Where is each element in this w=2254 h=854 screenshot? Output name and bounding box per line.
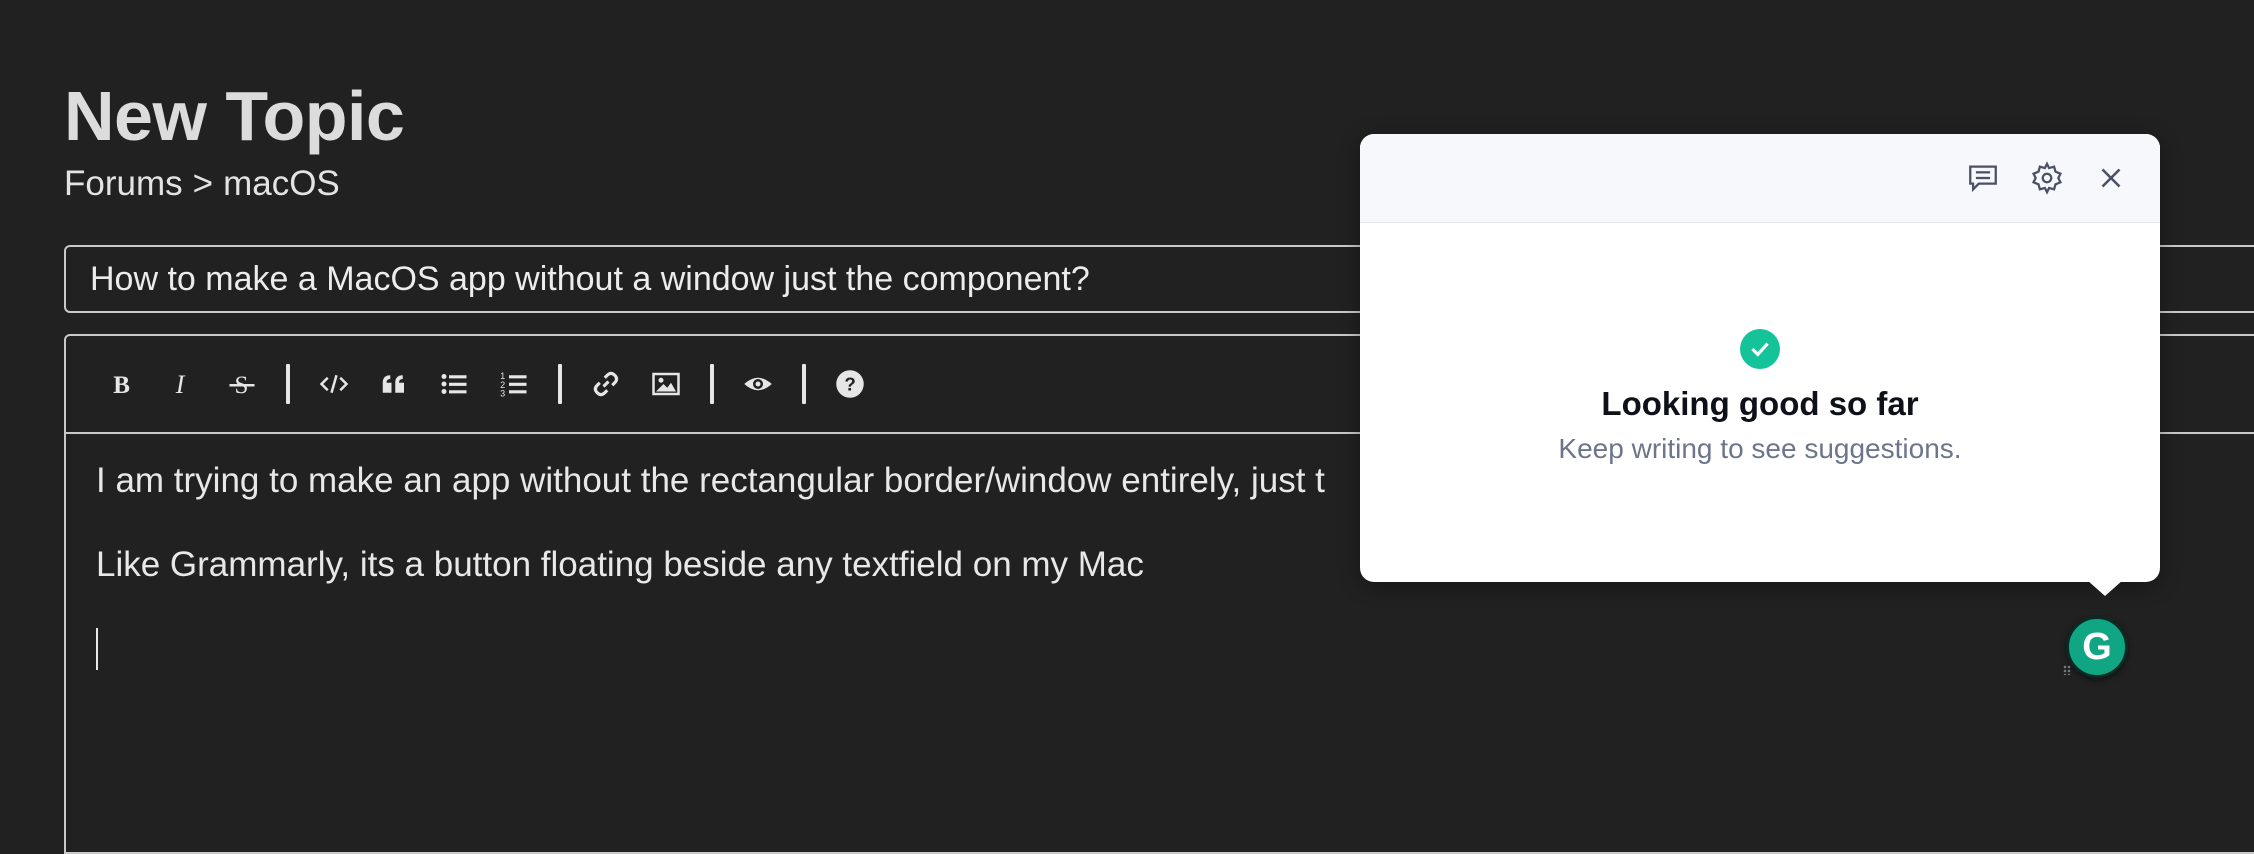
popup-body: Looking good so far Keep writing to see …	[1360, 329, 2160, 465]
breadcrumb-forums-link[interactable]: Forums	[64, 164, 183, 204]
feedback-button[interactable]	[1962, 157, 2004, 199]
svg-text:3: 3	[500, 389, 505, 399]
close-button[interactable]	[2090, 157, 2132, 199]
popup-title: Looking good so far	[1601, 385, 1919, 422]
grammarly-g-icon: G	[2082, 626, 2112, 668]
italic-button[interactable]: I	[152, 354, 212, 414]
chat-icon	[1969, 165, 1997, 193]
code-icon	[319, 374, 349, 394]
link-button[interactable]	[576, 354, 636, 414]
preview-button[interactable]	[728, 354, 788, 414]
numbered-list-icon: 123	[500, 371, 527, 399]
image-button[interactable]	[636, 354, 696, 414]
grammarly-popup: Looking good so far Keep writing to see …	[1360, 134, 2160, 596]
grammarly-button[interactable]: G	[2066, 616, 2128, 678]
quote-icon	[382, 375, 404, 393]
strikethrough-button[interactable]: S	[212, 354, 272, 414]
breadcrumb-separator: >	[192, 164, 214, 203]
link-icon	[593, 371, 619, 397]
bullet-list-icon	[441, 374, 467, 394]
numbered-list-button[interactable]: 123	[484, 354, 544, 414]
italic-icon: I	[175, 370, 186, 399]
topic-title-value: How to make a MacOS app without a window…	[90, 259, 1090, 298]
preview-eye-icon	[744, 377, 772, 391]
page-title: New Topic	[64, 77, 405, 155]
popup-header	[1360, 134, 2160, 223]
toolbar-divider	[286, 364, 290, 404]
svg-text:?: ?	[844, 373, 855, 394]
gear-icon	[2031, 161, 2063, 195]
toolbar-divider	[558, 364, 562, 404]
bold-icon: B	[113, 372, 130, 399]
svg-text:I: I	[175, 370, 186, 399]
toolbar-divider	[802, 364, 806, 404]
breadcrumb: Forums > macOS	[64, 164, 340, 204]
code-button[interactable]	[304, 354, 364, 414]
text-cursor	[96, 628, 98, 670]
popup-pointer	[2087, 580, 2123, 596]
popup-subtitle: Keep writing to see suggestions.	[1558, 433, 1962, 464]
close-icon	[2101, 168, 2121, 188]
bullet-list-button[interactable]	[424, 354, 484, 414]
bold-button[interactable]: B	[92, 354, 152, 414]
check-circle-icon	[1740, 329, 1780, 369]
settings-button[interactable]	[2026, 157, 2068, 199]
svg-text:B: B	[113, 372, 130, 399]
quote-button[interactable]	[364, 354, 424, 414]
breadcrumb-macos-link[interactable]: macOS	[223, 164, 340, 204]
image-icon	[652, 372, 680, 396]
toolbar-divider	[710, 364, 714, 404]
strikethrough-icon: S	[229, 372, 255, 399]
help-button[interactable]: ?	[820, 354, 880, 414]
drag-handle-icon[interactable]	[2063, 665, 2071, 675]
help-icon: ?	[836, 370, 864, 398]
